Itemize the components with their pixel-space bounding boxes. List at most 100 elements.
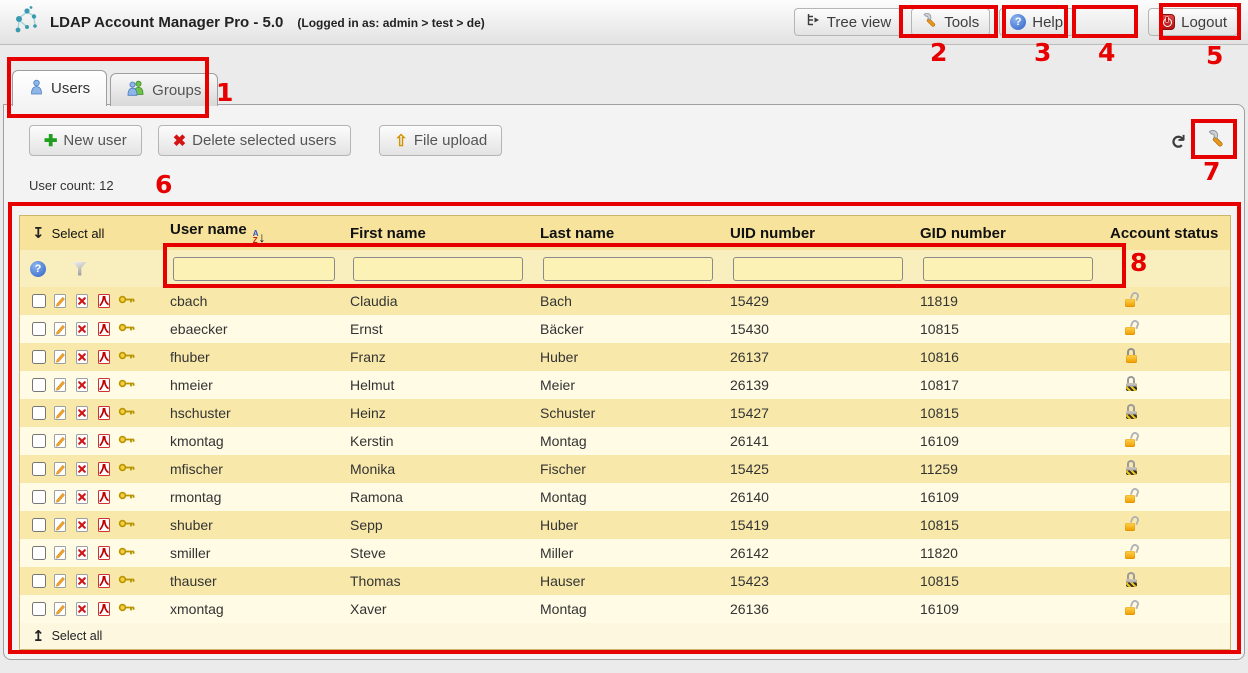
table-row: fhuber Franz Huber 26137 10816 [20,343,1230,371]
cell-username[interactable]: xmontag [167,601,347,617]
tools-button[interactable]: Tools [911,8,990,36]
delete-user-icon[interactable] [74,349,90,365]
row-checkbox[interactable] [32,294,46,308]
edit-user-icon[interactable] [52,489,68,505]
wrench-icon [922,12,938,32]
select-all-top[interactable]: ↧ Select all [20,224,167,242]
password-key-icon[interactable] [118,293,134,309]
delete-user-icon[interactable] [74,321,90,337]
row-checkbox[interactable] [32,518,46,532]
edit-user-icon[interactable] [52,377,68,393]
cell-username[interactable]: hschuster [167,405,347,421]
tab-users[interactable]: Users [12,70,107,106]
tab-groups[interactable]: Groups [110,73,218,106]
edit-user-icon[interactable] [52,321,68,337]
password-key-icon[interactable] [118,601,134,617]
cell-username[interactable]: mfischer [167,461,347,477]
pdf-icon[interactable] [96,405,112,421]
cell-username[interactable]: kmontag [167,433,347,449]
delete-user-icon[interactable] [74,573,90,589]
select-all-bottom[interactable]: ↥ Select all [20,623,1230,649]
filter-input-uid[interactable] [733,257,903,281]
users-table: ↧ Select all User nameAZ↓ First name Las… [19,215,1231,650]
row-checkbox[interactable] [32,546,46,560]
pdf-icon[interactable] [96,433,112,449]
pdf-icon[interactable] [96,545,112,561]
edit-user-icon[interactable] [52,545,68,561]
filter-input-lastname[interactable] [543,257,713,281]
edit-user-icon[interactable] [52,405,68,421]
cell-username[interactable]: rmontag [167,489,347,505]
list-settings-icon[interactable] [1207,129,1226,153]
delete-user-icon[interactable] [74,545,90,561]
row-checkbox[interactable] [32,462,46,476]
delete-user-icon[interactable] [74,517,90,533]
refresh-icon[interactable]: ↻ [1166,133,1189,149]
row-checkbox[interactable] [32,406,46,420]
cell-username[interactable]: cbach [167,293,347,309]
password-key-icon[interactable] [118,405,134,421]
cell-uid: 26142 [727,545,917,561]
delete-selected-users-button[interactable]: ✖ Delete selected users [158,125,352,156]
delete-user-icon[interactable] [74,461,90,477]
password-key-icon[interactable] [118,349,134,365]
cell-username[interactable]: ebaecker [167,321,347,337]
pdf-icon[interactable] [96,293,112,309]
cell-username[interactable]: smiller [167,545,347,561]
password-key-icon[interactable] [118,321,134,337]
filter-input-firstname[interactable] [353,257,523,281]
password-key-icon[interactable] [118,433,134,449]
pdf-icon[interactable] [96,517,112,533]
password-key-icon[interactable] [118,573,134,589]
lam-logo-icon [14,5,40,40]
edit-user-icon[interactable] [52,517,68,533]
delete-user-icon[interactable] [74,377,90,393]
pdf-icon[interactable] [96,461,112,477]
edit-user-icon[interactable] [52,293,68,309]
edit-user-icon[interactable] [52,601,68,617]
cell-username[interactable]: thauser [167,573,347,589]
logout-button[interactable]: Logout [1148,8,1238,36]
cell-username[interactable]: shuber [167,517,347,533]
pdf-icon[interactable] [96,349,112,365]
delete-user-icon[interactable] [74,405,90,421]
filter-input-gid[interactable] [923,257,1093,281]
row-checkbox[interactable] [32,490,46,504]
filter-input-username[interactable] [173,257,335,281]
help-button[interactable]: ? Help [999,8,1074,36]
pdf-icon[interactable] [96,377,112,393]
pdf-icon[interactable] [96,489,112,505]
password-key-icon[interactable] [118,489,134,505]
delete-user-icon[interactable] [74,601,90,617]
new-user-button[interactable]: ✚ New user [29,125,142,156]
delete-user-icon[interactable] [74,293,90,309]
edit-user-icon[interactable] [52,433,68,449]
edit-user-icon[interactable] [52,461,68,477]
password-key-icon[interactable] [118,377,134,393]
filter-help-icon[interactable]: ? [30,261,46,277]
pdf-icon[interactable] [96,573,112,589]
row-checkbox[interactable] [32,434,46,448]
row-checkbox[interactable] [32,602,46,616]
cell-username[interactable]: fhuber [167,349,347,365]
pdf-icon[interactable] [96,321,112,337]
filter-funnel-icon[interactable] [72,262,87,276]
cell-username[interactable]: hmeier [167,377,347,393]
file-upload-button[interactable]: ⇧ File upload [379,125,502,156]
file-upload-label: File upload [414,132,487,149]
delete-user-icon[interactable] [74,433,90,449]
row-checkbox[interactable] [32,350,46,364]
edit-user-icon[interactable] [52,573,68,589]
row-checkbox[interactable] [32,378,46,392]
tree-view-button[interactable]: Tree view [794,8,902,36]
password-key-icon[interactable] [118,461,134,477]
sort-az-icon[interactable]: AZ↓ [253,229,266,245]
edit-user-icon[interactable] [52,349,68,365]
row-checkbox[interactable] [32,322,46,336]
password-key-icon[interactable] [118,517,134,533]
pdf-icon[interactable] [96,601,112,617]
row-checkbox[interactable] [32,574,46,588]
delete-user-icon[interactable] [74,489,90,505]
account-status-icon [1124,488,1140,503]
password-key-icon[interactable] [118,545,134,561]
